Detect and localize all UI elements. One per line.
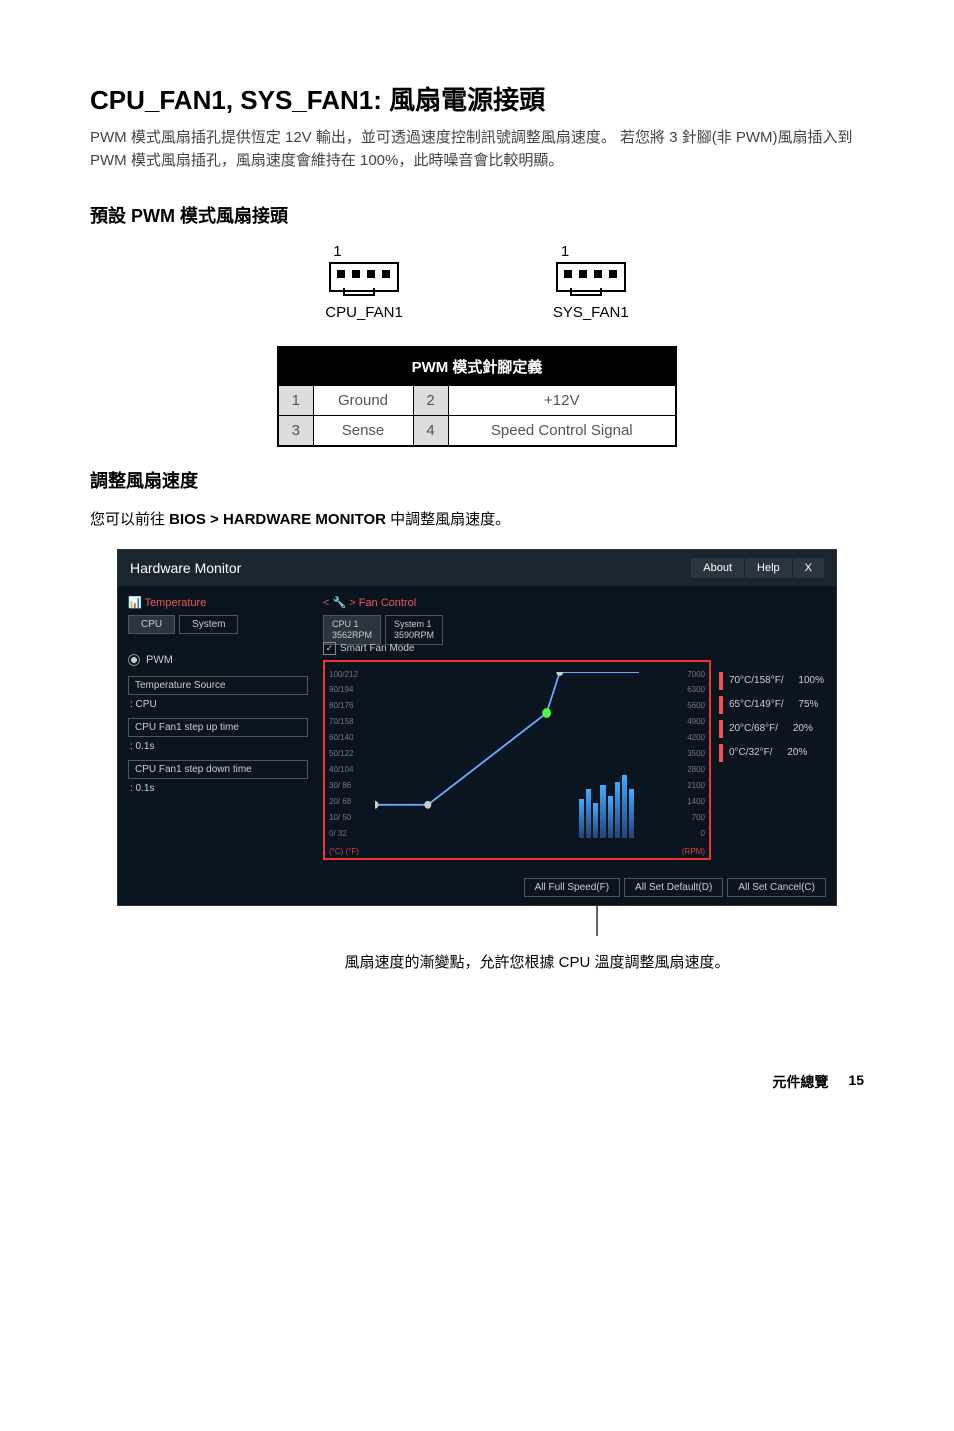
temperature-label: 📊 Temperature	[128, 596, 308, 609]
rpm-axis-label: (RPM)	[682, 847, 705, 856]
all-full-speed-button[interactable]: All Full Speed(F)	[524, 878, 620, 897]
bios-path-text: 您可以前往 BIOS > HARDWARE MONITOR 中調整風扇速度。	[90, 508, 864, 529]
connector-icon	[329, 262, 399, 292]
footer-section-title: 元件總覽	[772, 1072, 828, 1092]
step-down-field[interactable]: CPU Fan1 step down time	[128, 760, 308, 779]
chart-y-axis: 100/21290/19480/17670/15860/14050/12240/…	[329, 670, 358, 838]
connector-cpu-fan1: 1 CPU_FAN1	[325, 243, 403, 321]
chart-rpm-axis: 7000630056004900420035002800210014007000	[687, 670, 705, 838]
tab-cpu1-rpm[interactable]: CPU 13562RPM	[323, 615, 381, 645]
all-set-default-button[interactable]: All Set Default(D)	[624, 878, 723, 897]
description-text: PWM 模式風扇插孔提供恆定 12V 輸出，並可透過速度控制訊號調整風扇速度。 …	[90, 127, 864, 172]
help-button[interactable]: Help	[745, 558, 792, 578]
table-row: 1Ground 2+12V	[278, 386, 676, 416]
temp-source-field[interactable]: Temperature Source	[128, 676, 308, 695]
page-title: CPU_FAN1, SYS_FAN1: 風扇電源接頭	[90, 80, 864, 117]
pin1-label: 1	[333, 243, 403, 260]
fan-control-label: < 🔧 > Fan Control	[323, 596, 826, 609]
rpm-bars	[579, 768, 634, 838]
table-row: 3Sense 4Speed Control Signal	[278, 416, 676, 447]
screenshot-caption: 風扇速度的漸變點，允許您根據 CPU 溫度調整風扇速度。	[90, 951, 864, 972]
smart-fan-checkbox[interactable]: Smart Fan Mode	[323, 642, 414, 655]
tab-system[interactable]: System	[179, 615, 238, 634]
tab-system1-rpm[interactable]: System 13590RPM	[385, 615, 443, 645]
chart-legend: 70°C/158°F/ 100% 65°C/149°F/ 75% 20°C/68…	[719, 672, 824, 768]
connector-label: SYS_FAN1	[553, 304, 629, 321]
table-header: PWM 模式針腳定義	[278, 347, 676, 386]
step-up-field[interactable]: CPU Fan1 step up time	[128, 718, 308, 737]
connector-icon	[556, 262, 626, 292]
close-button[interactable]: X	[793, 558, 824, 578]
page-footer: 元件總覽 15	[90, 1072, 864, 1092]
all-set-cancel-button[interactable]: All Set Cancel(C)	[727, 878, 826, 897]
step-up-value: : 0.1s	[130, 741, 308, 752]
fan-curve-chart[interactable]: 100/21290/19480/17670/15860/14050/12240/…	[323, 660, 711, 860]
pwm-radio[interactable]: PWM	[128, 654, 308, 666]
window-title: Hardware Monitor	[130, 560, 241, 576]
temp-source-value: : CPU	[130, 699, 308, 710]
tab-cpu[interactable]: CPU	[128, 615, 175, 634]
connector-sys-fan1: 1 SYS_FAN1	[553, 243, 629, 321]
bios-screenshot: Hardware Monitor About Help X 📊 Temperat…	[117, 549, 837, 906]
step-down-value: : 0.1s	[130, 783, 308, 794]
pin1-label: 1	[561, 243, 629, 260]
page-number: 15	[848, 1072, 864, 1092]
section-adjust-speed: 調整風扇速度	[90, 467, 864, 493]
about-button[interactable]: About	[691, 558, 744, 578]
callout-line	[596, 906, 598, 936]
connector-diagrams: 1 CPU_FAN1 1 SYS_FAN1	[90, 243, 864, 321]
pin-definition-table: PWM 模式針腳定義 1Ground 2+12V 3Sense 4Speed C…	[277, 346, 677, 447]
section-default-pwm: 預設 PWM 模式風扇接頭	[90, 202, 864, 228]
connector-label: CPU_FAN1	[325, 304, 403, 321]
x-axis-label: (°C) (°F)	[329, 847, 359, 856]
